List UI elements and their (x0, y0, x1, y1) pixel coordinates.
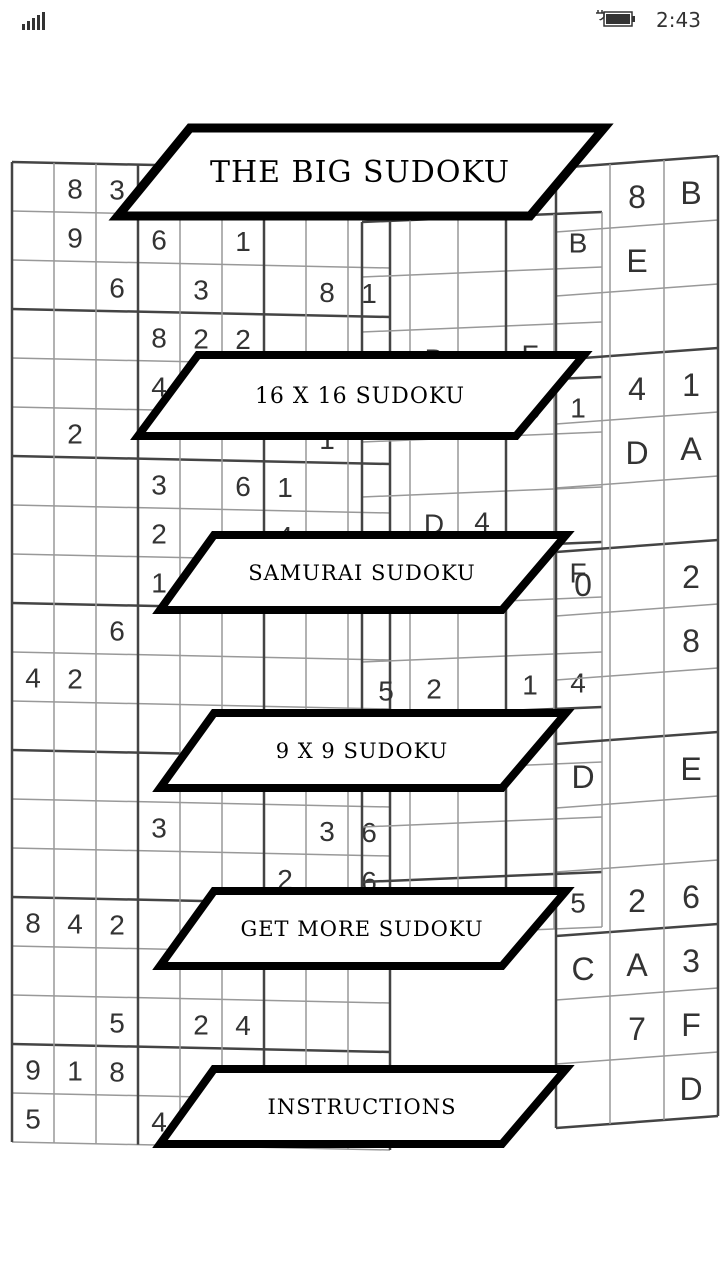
grid-line (11, 259, 391, 269)
grid-digit: 8 (628, 179, 646, 215)
left-sudoku-grid: 8396163818224213612416423362684219352491… (10, 160, 392, 1151)
grid-line (361, 486, 603, 498)
grid-digit: 2 (193, 1009, 209, 1040)
grid-digit: 1 (235, 226, 251, 257)
grid-digit: 5 (25, 1104, 41, 1135)
grid-digit: B (680, 175, 701, 211)
grid-digit: 2 (109, 910, 125, 941)
grid-line (11, 307, 391, 319)
status-time: 2:43 (656, 8, 701, 32)
grid-line (555, 730, 719, 746)
grid-line (11, 454, 391, 466)
signal-bars-icon (22, 12, 45, 30)
grid-line (555, 987, 719, 1001)
grid-digit: 7 (628, 1011, 646, 1047)
get-more-sudoku-button[interactable]: GET MORE SUDOKU (152, 886, 575, 972)
grid-digit: E (626, 243, 647, 279)
grid-digit: 2 (628, 883, 646, 919)
right-sudoku-grid: 8 BE4 1D A0 28D E2 6C A 37 FD (554, 154, 720, 1130)
grid-digit: 5 (570, 888, 586, 919)
grid-digit: 3 (151, 812, 167, 843)
grid-digit: D (625, 435, 648, 471)
grid-line (555, 795, 719, 809)
grid-digit: 3 (151, 469, 167, 500)
battery-charging-icon (596, 10, 635, 27)
grid-digit: 5 (378, 676, 394, 707)
grid-line (555, 603, 719, 617)
sudoku-9x9-button[interactable]: 9 X 9 SUDOKU (152, 708, 575, 794)
grid-digit: D (571, 759, 594, 795)
grid-digit: 4 (570, 668, 586, 699)
grid-digit: 8 (109, 1057, 125, 1088)
app-title: THE BIG SUDOKU (209, 154, 511, 190)
grid-digit: 1 (682, 367, 700, 403)
grid-digit: E (680, 751, 701, 787)
grid-digit: 2 (67, 664, 83, 695)
grid-line (555, 1114, 719, 1130)
instructions-label: INSTRUCTIONS (267, 1095, 457, 1119)
status-bar: 2:43 (0, 0, 720, 40)
grid-digit: D (679, 1071, 702, 1107)
grid-line (11, 994, 391, 1004)
grid-line (361, 266, 603, 278)
grid-digit: F (681, 1007, 701, 1043)
sudoku-16x16-button[interactable]: 16 X 16 SUDOKU (130, 350, 593, 442)
grid-line (361, 651, 603, 663)
grid-digit: A (626, 947, 648, 983)
grid-digit: A (680, 431, 702, 467)
grid-digit: 6 (109, 616, 125, 647)
grid-digit: 8 (151, 322, 167, 353)
grid-digit: 3 (682, 943, 700, 979)
grid-digit: 5 (109, 1008, 125, 1039)
grid-digit: 1 (522, 670, 538, 701)
samurai-sudoku-button[interactable]: SAMURAI SUDOKU (152, 530, 575, 616)
grid-digit: 3 (193, 274, 209, 305)
grid-line (555, 922, 719, 938)
grid-digit: 4 (25, 663, 41, 694)
grid-digit: 0 (574, 567, 592, 603)
grid-line (555, 1051, 719, 1065)
grid-line (11, 1042, 391, 1054)
grid-digit: 6 (361, 817, 377, 848)
title-banner: THE BIG SUDOKU (108, 122, 614, 222)
grid-line (11, 504, 391, 514)
grid-digit: 8 (25, 908, 41, 939)
grid-digit: 4 (235, 1010, 251, 1041)
grid-digit: 6 (109, 273, 125, 304)
grid-digit: 2 (682, 559, 700, 595)
grid-digit: 4 (67, 909, 83, 940)
grid-line (361, 870, 603, 884)
grid-digit: 1 (361, 278, 377, 309)
grid-digit: C (571, 951, 594, 987)
grid-digit: 9 (67, 223, 83, 254)
grid-digit: 6 (235, 471, 251, 502)
grid-digit: 4 (628, 371, 646, 407)
instructions-button[interactable]: INSTRUCTIONS (152, 1064, 575, 1150)
grid-line (361, 816, 603, 828)
grid-digit: 6 (151, 224, 167, 255)
grid-digit: 8 (67, 174, 83, 205)
grid-digit: 8 (319, 277, 335, 308)
get-more-sudoku-label: GET MORE SUDOKU (240, 917, 484, 941)
grid-line (11, 798, 391, 808)
grid-line (11, 847, 391, 857)
samurai-sudoku-label: SAMURAI SUDOKU (248, 561, 476, 585)
grid-line (11, 651, 391, 661)
grid-line (555, 475, 719, 489)
grid-digit: 3 (319, 816, 335, 847)
sudoku-16x16-label: 16 X 16 SUDOKU (254, 383, 466, 409)
grid-digit: 1 (67, 1056, 83, 1087)
grid-line (555, 859, 719, 873)
grid-digit: 9 (25, 1055, 41, 1086)
grid-digit: 2 (67, 419, 83, 450)
grid-digit: B (569, 228, 588, 259)
grid-line (555, 283, 719, 297)
grid-digit: 6 (682, 879, 700, 915)
sudoku-9x9-label: 9 X 9 SUDOKU (275, 739, 449, 763)
grid-digit: 1 (277, 472, 293, 503)
grid-line (361, 321, 603, 333)
grid-digit: 2 (426, 674, 442, 705)
grid-digit: 8 (682, 623, 700, 659)
